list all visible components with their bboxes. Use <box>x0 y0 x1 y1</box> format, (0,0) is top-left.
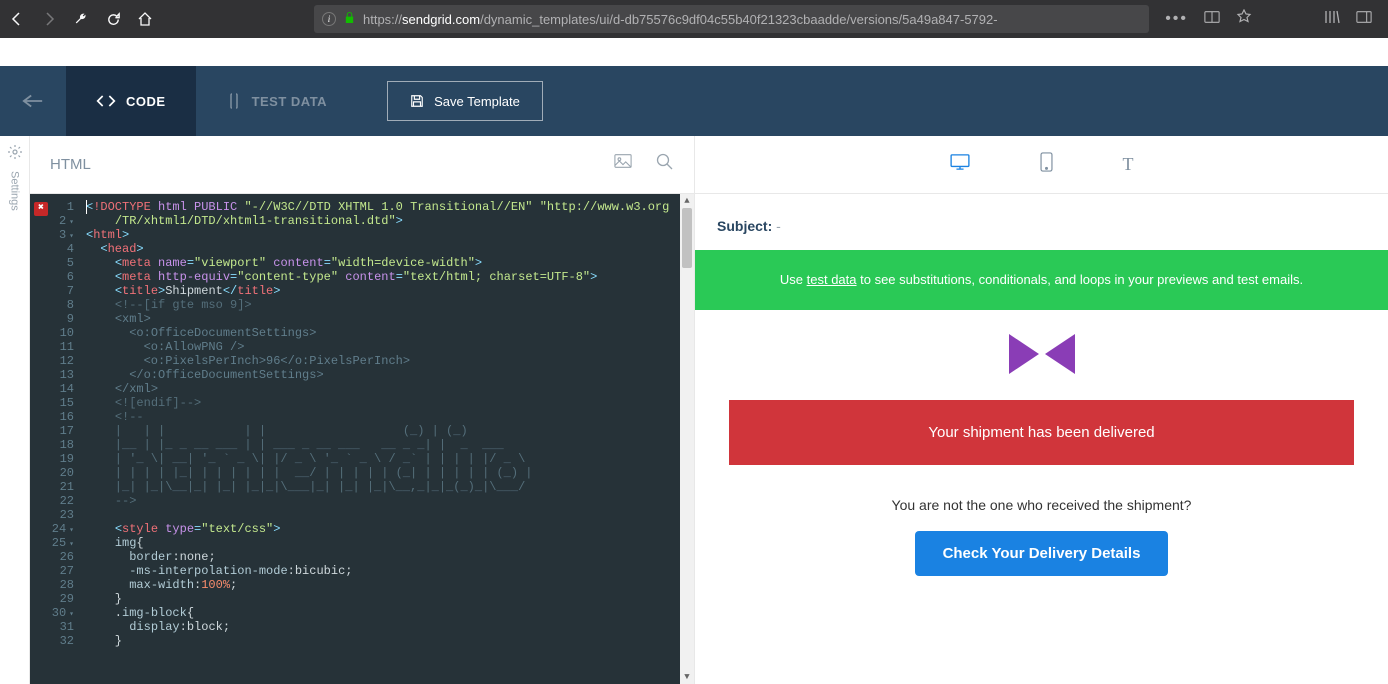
tab-code[interactable]: CODE <box>66 66 196 136</box>
save-template-button[interactable]: Save Template <box>387 81 543 121</box>
app-header: CODE TEST DATA Save Template <box>0 66 1388 136</box>
back-icon[interactable] <box>8 10 26 28</box>
search-icon[interactable] <box>656 153 674 176</box>
save-template-label: Save Template <box>434 94 520 109</box>
app-back-button[interactable] <box>0 93 66 109</box>
bookmark-star-icon[interactable] <box>1236 9 1252 30</box>
browser-chrome: i https://sendgrid.com/dynamic_templates… <box>0 0 1388 38</box>
tabs: CODE TEST DATA <box>66 66 357 136</box>
lock-icon <box>344 11 355 27</box>
more-icon[interactable]: ••• <box>1165 10 1188 28</box>
preview-head: T <box>695 136 1388 194</box>
wrench-icon[interactable] <box>72 10 90 28</box>
tab-testdata-label: TEST DATA <box>252 94 328 109</box>
editor-title: HTML <box>50 156 91 173</box>
sidebar-icon[interactable] <box>1356 10 1372 29</box>
image-icon[interactable] <box>614 153 632 176</box>
cta-label: Check Your Delivery Details <box>943 545 1141 562</box>
testdata-banner: Use test data to see substitutions, cond… <box>695 250 1388 310</box>
reload-icon[interactable] <box>104 10 122 28</box>
settings-label: Settings <box>9 171 21 211</box>
forward-icon <box>40 10 58 28</box>
editor-head: HTML <box>30 136 694 194</box>
scroll-down-icon[interactable]: ▼ <box>680 670 694 684</box>
text-preview-icon[interactable]: T <box>1123 154 1134 175</box>
save-icon <box>410 94 424 108</box>
app-body: Settings HTML ✖ 123456789101112131415161… <box>0 136 1388 684</box>
desktop-preview-icon[interactable] <box>950 154 970 175</box>
settings-rail[interactable]: Settings <box>0 136 30 684</box>
banner-text-before: Use <box>780 272 807 287</box>
url-text: https://sendgrid.com/dynamic_templates/u… <box>363 12 1141 27</box>
editor-tools <box>614 153 674 176</box>
editor-column: HTML ✖ 123456789101112131415161718192021… <box>30 136 695 684</box>
scroll-thumb[interactable] <box>682 208 692 268</box>
browser-right-icons: ••• <box>1165 9 1380 30</box>
bowtie-logo <box>729 334 1354 374</box>
white-gap <box>0 38 1388 66</box>
question-text: You are not the one who received the shi… <box>729 465 1354 531</box>
cta-button[interactable]: Check Your Delivery Details <box>915 531 1169 576</box>
url-bar[interactable]: i https://sendgrid.com/dynamic_templates… <box>314 5 1149 33</box>
subject-label: Subject: <box>717 218 772 234</box>
tab-code-label: CODE <box>126 94 166 109</box>
gear-icon <box>7 144 23 165</box>
subject-row: Subject: - <box>695 218 1388 250</box>
mobile-preview-icon[interactable] <box>1040 152 1053 177</box>
email-preview: Your shipment has been delivered You are… <box>695 310 1388 576</box>
banner-text-after: to see substitutions, conditionals, and … <box>857 272 1304 287</box>
code-editor[interactable]: ✖ 12345678910111213141516171819202122232… <box>30 194 694 684</box>
code-content[interactable]: <!DOCTYPE html PUBLIC "-//W3C//DTD XHTML… <box>80 194 694 684</box>
error-badge[interactable]: ✖ <box>34 202 48 216</box>
home-icon[interactable] <box>136 10 154 28</box>
tab-testdata[interactable]: TEST DATA <box>196 66 358 136</box>
testdata-link[interactable]: test data <box>807 272 857 287</box>
delivered-bar: Your shipment has been delivered <box>729 400 1354 465</box>
line-gutter: 1234567891011121314151617181920212223242… <box>30 194 80 684</box>
reader-icon[interactable] <box>1204 10 1220 29</box>
library-icon[interactable] <box>1324 9 1340 30</box>
scroll-up-icon[interactable]: ▲ <box>680 194 694 208</box>
preview-body: Subject: - Use test data to see substitu… <box>695 194 1388 684</box>
delivered-text: Your shipment has been delivered <box>928 424 1154 441</box>
browser-nav-icons <box>8 10 154 28</box>
cta-wrap: Check Your Delivery Details <box>729 531 1354 576</box>
preview-column: T Subject: - Use test data to see substi… <box>695 136 1388 684</box>
scrollbar-vertical[interactable]: ▲ ▼ <box>680 194 694 684</box>
info-icon[interactable]: i <box>322 12 336 26</box>
subject-value: - <box>776 218 781 234</box>
